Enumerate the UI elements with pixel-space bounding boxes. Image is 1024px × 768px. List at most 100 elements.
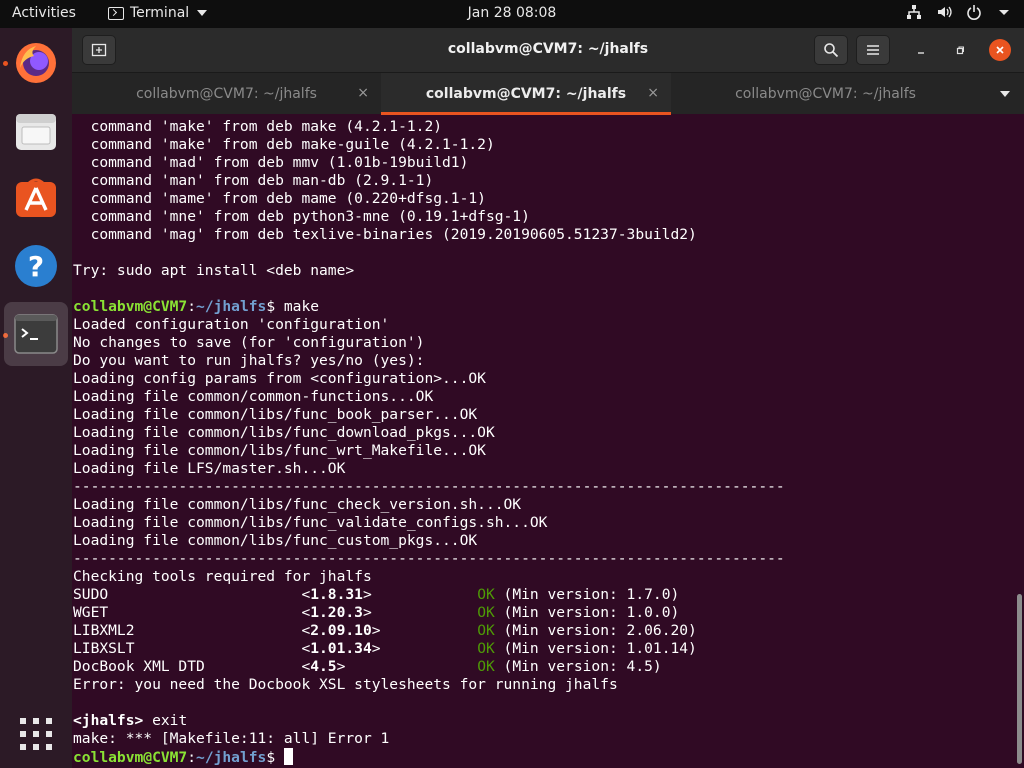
terminal-line: Loading file common/libs/func_wrt_Makefi… [73, 442, 785, 460]
tab-1[interactable]: collabvm@CVM7: ~/jhalfs × [72, 73, 381, 115]
terminal-line: LIBXSLT <1.01.34> OK (Min version: 1.01.… [73, 640, 785, 658]
prompt-user: collabvm@CVM7 [73, 298, 188, 315]
terminal-text: command 'mame' from deb mame (0.220+dfsg… [73, 190, 486, 207]
terminal-text: command 'mad' from deb mmv (1.01b-19buil… [73, 154, 469, 171]
terminal-text: : [187, 298, 197, 315]
prompt-path: ~/jhalfs [196, 749, 267, 766]
terminal-text: LIBXSLT < [73, 640, 311, 657]
show-applications-button[interactable] [4, 702, 68, 766]
terminal-text: ----------------------------------------… [73, 478, 785, 495]
hamburger-icon [867, 45, 879, 55]
terminal-line: Loading file LFS/master.sh...OK [73, 460, 785, 478]
tab-2[interactable]: collabvm@CVM7: ~/jhalfs × [381, 73, 671, 115]
close-tab-icon[interactable]: × [357, 85, 369, 101]
terminal-text: Checking tools required for jhalfs [73, 568, 372, 585]
terminal-text: DocBook XML DTD < [73, 658, 311, 675]
terminal-text: command 'mne' from deb python3-mne (0.19… [73, 208, 530, 225]
tab-list-chevron-icon[interactable] [1000, 91, 1010, 97]
terminal-text: (Min version: 1.7.0) [494, 586, 680, 603]
terminal-text: Loading file common/libs/func_download_p… [73, 424, 495, 441]
restore-icon [956, 46, 964, 55]
terminal-text: make: *** [Makefile:11: all] Error 1 [73, 730, 390, 747]
terminal-text: > [371, 622, 478, 639]
clock[interactable]: Jan 28 08:08 [0, 5, 1024, 21]
terminal-text: (Min version: 1.0.0) [494, 604, 680, 621]
terminal-text: No changes to save (for 'configuration') [73, 334, 425, 351]
terminal-launcher[interactable] [4, 302, 68, 366]
terminal-line: No changes to save (for 'configuration') [73, 334, 785, 352]
search-button[interactable] [814, 35, 848, 65]
firefox-launcher[interactable] [4, 30, 68, 94]
terminal-text: exit [143, 712, 188, 729]
terminal-text: ----------------------------------------… [73, 550, 785, 567]
terminal-line: Loading file common/libs/func_book_parse… [73, 406, 785, 424]
maximize-button[interactable] [949, 39, 971, 61]
prompt-path: ~/jhalfs [196, 298, 267, 315]
terminal-line: Loaded configuration 'configuration' [73, 316, 785, 334]
svg-text:?: ? [28, 250, 44, 283]
terminal-text: > [362, 604, 478, 621]
terminal-line: LIBXML2 <2.09.10> OK (Min version: 2.06.… [73, 622, 785, 640]
terminal-text: Loading file common/common-functions...O… [73, 388, 434, 405]
terminal-text: $ [266, 749, 284, 766]
software-launcher[interactable] [4, 166, 68, 230]
terminal-line: SUDO <1.8.31> OK (Min version: 1.7.0) [73, 586, 785, 604]
terminal-line: Checking tools required for jhalfs [73, 568, 785, 586]
terminal-line: command 'man' from deb man-db (2.9.1-1) [73, 172, 785, 190]
system-menu[interactable] [906, 4, 1012, 20]
help-launcher[interactable]: ? [4, 234, 68, 298]
terminal-line: Loading file common/libs/func_check_vers… [73, 496, 785, 514]
software-icon [16, 178, 56, 217]
header-bar[interactable]: collabvm@CVM7: ~/jhalfs [72, 28, 1024, 72]
firefox-icon [16, 43, 56, 83]
terminal-output[interactable]: command 'make' from deb make (4.2.1-1.2)… [72, 114, 1024, 768]
status-ok: OK [477, 586, 495, 603]
status-ok: OK [477, 604, 495, 621]
power-icon [966, 4, 982, 20]
terminal-text: command 'mag' from deb texlive-binaries … [73, 226, 697, 243]
terminal-text: LIBXML2 < [73, 622, 311, 639]
menu-button[interactable] [856, 35, 890, 65]
terminal-text: command 'make' from deb make-guile (4.2.… [73, 136, 495, 153]
terminal-text: $ make [266, 298, 320, 315]
terminal-line: Loading file common/common-functions...O… [73, 388, 785, 406]
terminal-text: Error: you need the Docbook XSL styleshe… [73, 676, 618, 693]
terminal-text: command 'man' from deb man-db (2.9.1-1) [73, 172, 434, 189]
terminal-text: (Min version: 1.01.14) [494, 640, 697, 657]
terminal-text: Loading file common/libs/func_book_parse… [73, 406, 478, 423]
terminal-lines: command 'make' from deb make (4.2.1-1.2)… [73, 118, 785, 766]
close-window-button[interactable] [989, 39, 1011, 61]
terminal-text: : [187, 749, 197, 766]
terminal-text: Loading file common/libs/func_check_vers… [73, 496, 522, 513]
terminal-text: > [336, 658, 478, 675]
terminal-text: SUDO < [73, 586, 311, 603]
status-ok: OK [477, 658, 495, 675]
terminal-line: ----------------------------------------… [73, 478, 785, 496]
tab-label: collabvm@CVM7: ~/jhalfs [735, 86, 916, 102]
terminal-line: make: *** [Makefile:11: all] Error 1 [73, 730, 785, 748]
terminal-text: Do you want to run jhalfs? yes/no (yes): [73, 352, 425, 369]
terminal-line: Loading file common/libs/func_validate_c… [73, 514, 785, 532]
minimize-button[interactable] [910, 39, 932, 61]
files-launcher[interactable] [4, 100, 68, 164]
terminal-text: > [371, 640, 478, 657]
scrollbar[interactable] [1017, 594, 1022, 764]
tab-label: collabvm@CVM7: ~/jhalfs [425, 86, 627, 102]
close-tab-icon[interactable]: × [647, 85, 659, 101]
status-ok: OK [477, 622, 495, 639]
terminal-line: Error: you need the Docbook XSL styleshe… [73, 676, 785, 694]
terminal-text: > [362, 586, 478, 603]
tab-3[interactable]: collabvm@CVM7: ~/jhalfs [671, 73, 980, 115]
minimize-icon [918, 52, 924, 54]
terminal-line: collabvm@CVM7:~/jhalfs$ make [73, 298, 785, 316]
terminal-line: Loading file common/libs/func_custom_pkg… [73, 532, 785, 550]
terminal-line: DocBook XML DTD <4.5> OK (Min version: 4… [73, 658, 785, 676]
terminal-text: 4.5 [310, 658, 337, 675]
chevron-down-icon [996, 4, 1012, 20]
terminal-text: <jhalfs> [73, 712, 144, 729]
status-ok: OK [477, 640, 495, 657]
terminal-line: command 'make' from deb make-guile (4.2.… [73, 136, 785, 154]
